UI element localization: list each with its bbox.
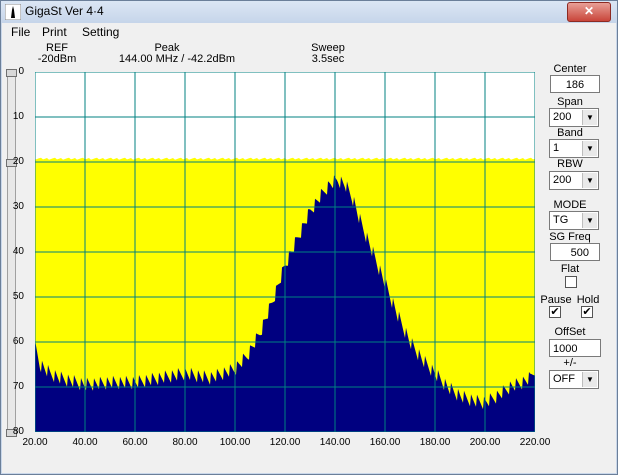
spectrum-plot[interactable] bbox=[35, 72, 535, 432]
hold-checkbox[interactable]: ✔ bbox=[581, 306, 593, 318]
menu-bar: File Print Setting bbox=[2, 23, 616, 41]
band-value: 1 bbox=[553, 142, 560, 154]
y-tick-label: 10 bbox=[12, 111, 24, 122]
x-tick-label: 140.00 bbox=[319, 437, 351, 448]
menu-setting[interactable]: Setting bbox=[82, 25, 119, 39]
title-bar[interactable]: GigaSt Ver 4·4 ✕ bbox=[1, 1, 617, 23]
chevron-down-icon[interactable]: ▼ bbox=[582, 213, 597, 228]
x-tick-label: 60.00 bbox=[122, 437, 148, 448]
y-tick-label: 80 bbox=[12, 426, 24, 437]
app-icon bbox=[5, 4, 21, 20]
band-select[interactable]: 1 ▼ bbox=[549, 139, 599, 158]
chevron-down-icon[interactable]: ▼ bbox=[582, 173, 597, 188]
band-label: Band bbox=[557, 127, 583, 139]
y-tick-label: 40 bbox=[12, 246, 24, 257]
span-label: Span bbox=[557, 96, 583, 108]
menu-file[interactable]: File bbox=[11, 25, 30, 39]
y-tick-label: 20 bbox=[12, 156, 24, 167]
chevron-down-icon[interactable]: ▼ bbox=[582, 141, 597, 156]
mode-label: MODE bbox=[553, 199, 587, 211]
y-tick-label: 60 bbox=[12, 336, 24, 347]
x-tick-label: 160.00 bbox=[369, 437, 401, 448]
offset-label: OffSet bbox=[554, 326, 586, 338]
hold-label: Hold bbox=[576, 294, 600, 306]
client-area: File Print Setting REF -20dBm Peak 144.0… bbox=[2, 23, 616, 473]
plusminus-label: +/- bbox=[563, 357, 577, 369]
mode-select[interactable]: TG ▼ bbox=[549, 211, 599, 230]
rbw-value: 200 bbox=[553, 174, 572, 186]
x-tick-label: 100.00 bbox=[219, 437, 251, 448]
center-input[interactable]: 186 bbox=[550, 75, 600, 93]
menu-print[interactable]: Print bbox=[42, 25, 67, 39]
app-window: GigaSt Ver 4·4 ✕ File Print Setting REF … bbox=[0, 0, 618, 475]
y-tick-label: 70 bbox=[12, 381, 24, 392]
x-tick-label: 120.00 bbox=[269, 437, 301, 448]
x-tick-label: 80.00 bbox=[172, 437, 198, 448]
pause-checkbox[interactable]: ✔ bbox=[549, 306, 561, 318]
rbw-label: RBW bbox=[557, 158, 583, 170]
chevron-down-icon[interactable]: ▼ bbox=[582, 110, 597, 125]
flat-label: Flat bbox=[560, 263, 580, 275]
window-title: GigaSt Ver 4·4 bbox=[25, 4, 104, 18]
close-button[interactable]: ✕ bbox=[567, 2, 611, 22]
x-tick-label: 40.00 bbox=[72, 437, 98, 448]
ref-value: -20dBm bbox=[37, 53, 77, 65]
sweep-value: 3.5sec bbox=[311, 53, 345, 65]
x-tick-label: 200.00 bbox=[469, 437, 501, 448]
chevron-down-icon[interactable]: ▼ bbox=[582, 372, 597, 387]
mode-value: TG bbox=[553, 214, 569, 226]
peak-value: 144.00 MHz / -42.2dBm bbox=[118, 53, 236, 65]
sgfreq-label: SG Freq bbox=[549, 231, 591, 243]
plusminus-value: OFF bbox=[553, 373, 575, 385]
sgfreq-input[interactable]: 500 bbox=[550, 243, 600, 261]
plusminus-select[interactable]: OFF ▼ bbox=[549, 370, 599, 389]
y-tick-label: 0 bbox=[18, 66, 24, 77]
flat-checkbox[interactable] bbox=[565, 276, 577, 288]
span-value: 200 bbox=[553, 111, 572, 123]
x-tick-label: 220.00 bbox=[519, 437, 551, 448]
y-tick-label: 30 bbox=[12, 201, 24, 212]
span-select[interactable]: 200 ▼ bbox=[549, 108, 599, 127]
x-tick-label: 20.00 bbox=[22, 437, 48, 448]
center-label: Center bbox=[553, 63, 587, 75]
rbw-select[interactable]: 200 ▼ bbox=[549, 171, 599, 190]
offset-input[interactable]: 1000 bbox=[549, 339, 601, 357]
y-tick-label: 50 bbox=[12, 291, 24, 302]
x-tick-label: 180.00 bbox=[419, 437, 451, 448]
